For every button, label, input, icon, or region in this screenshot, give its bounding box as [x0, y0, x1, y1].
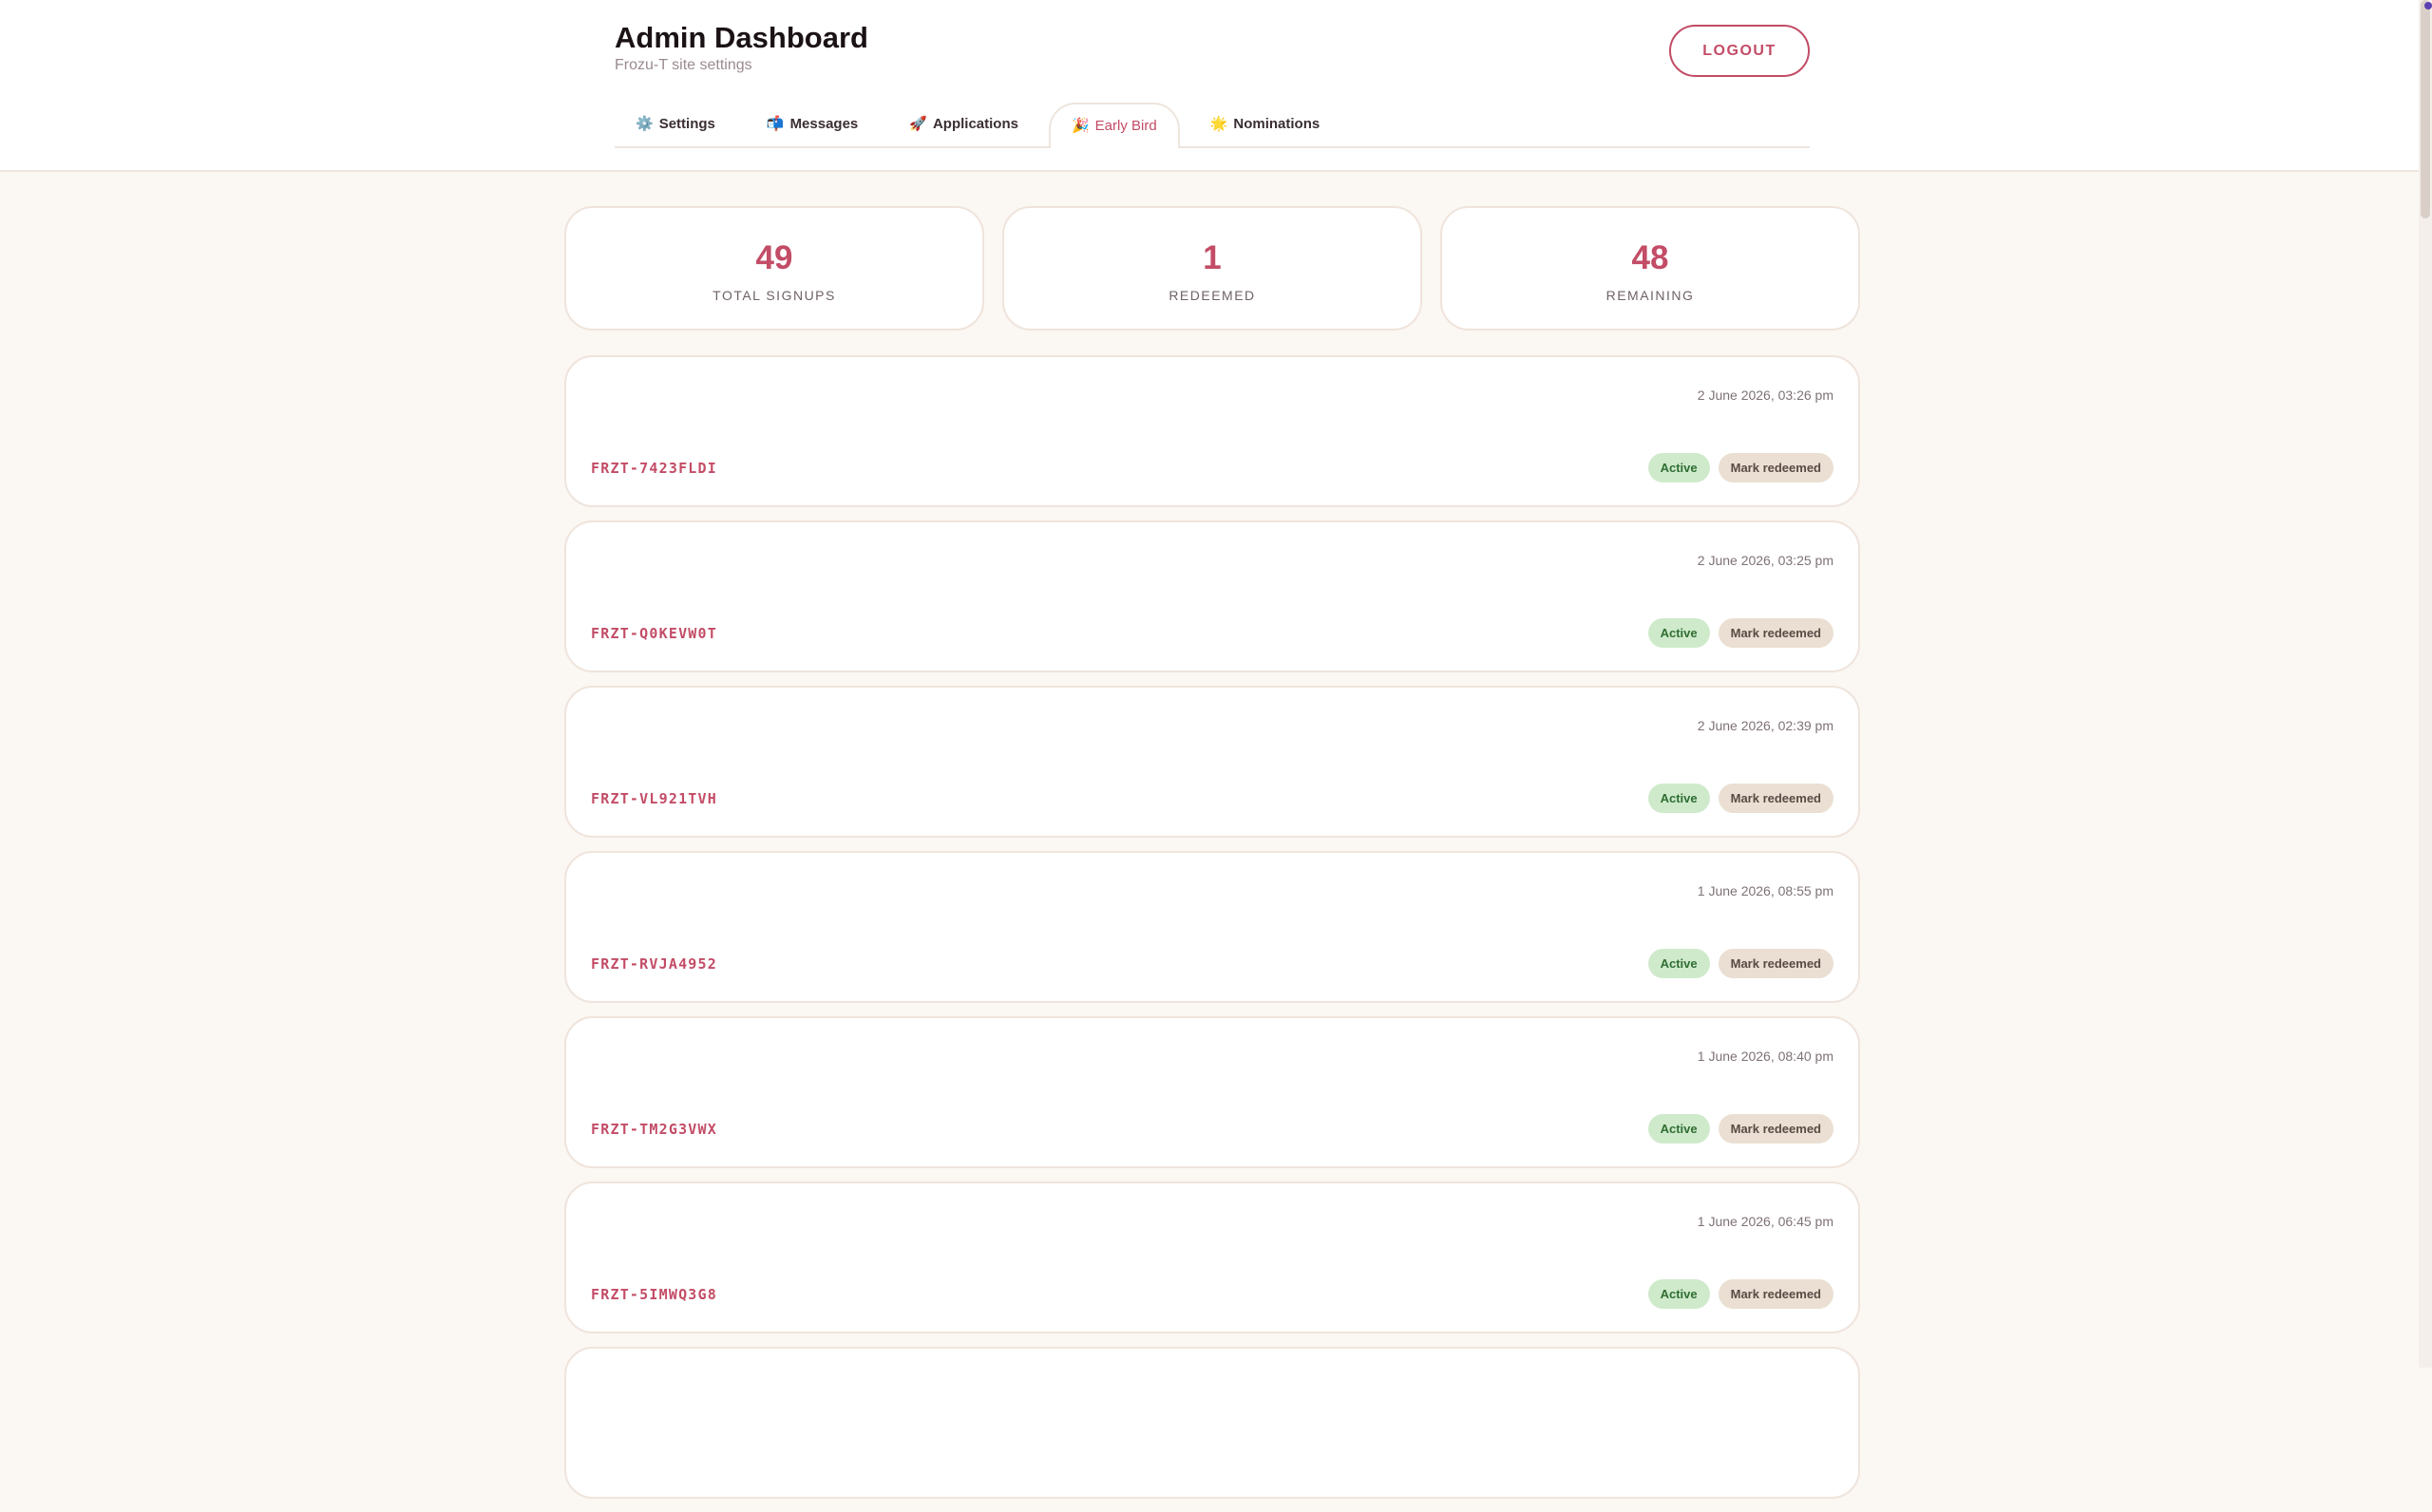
entry-date: 1 June 2026, 08:40 pm	[1697, 1049, 1834, 1064]
status-badge: Active	[1647, 618, 1710, 648]
entry-actions: Active Mark redeemed	[1647, 949, 1834, 978]
rocket-icon: 🚀	[909, 116, 927, 132]
stat-label: REDEEMED	[1168, 288, 1256, 303]
mark-redeemed-button[interactable]: Mark redeemed	[1718, 618, 1834, 648]
mark-redeemed-button[interactable]: Mark redeemed	[1718, 1279, 1834, 1309]
stat-label: TOTAL SIGNUPS	[712, 288, 836, 303]
list-item: 1 June 2026, 08:55 pm FRZT-RVJA4952 Acti…	[564, 851, 1860, 1003]
status-dot-icon	[2424, 2, 2432, 9]
stat-value: 49	[755, 239, 793, 276]
entry-actions: Active Mark redeemed	[1647, 1114, 1834, 1143]
list-item: 2 June 2026, 03:26 pm FRZT-7423FLDI Acti…	[564, 355, 1860, 507]
app-header: Admin Dashboard Frozu-T site settings LO…	[0, 0, 2419, 172]
stat-value: 48	[1631, 239, 1669, 276]
tab-label: Messages	[789, 115, 859, 132]
mark-redeemed-button[interactable]: Mark redeemed	[1718, 949, 1834, 978]
entry-date: 2 June 2026, 03:26 pm	[1697, 387, 1834, 403]
list-item-partial	[564, 1347, 1860, 1499]
entry-date: 2 June 2026, 02:39 pm	[1697, 718, 1834, 733]
list-item: 2 June 2026, 02:39 pm FRZT-VL921TVH Acti…	[564, 686, 1860, 838]
gear-icon: ⚙️	[636, 116, 654, 132]
tab-settings[interactable]: ⚙️ Settings	[615, 101, 736, 146]
scrollbar-thumb[interactable]	[2421, 0, 2430, 218]
tab-label: Early Bird	[1094, 117, 1157, 134]
page-scrollbar[interactable]	[2419, 0, 2432, 1368]
stat-card-remaining: 48 REMAINING	[1440, 206, 1860, 331]
tab-early-bird[interactable]: 🎉 Early Bird	[1048, 103, 1180, 148]
list-item: 1 June 2026, 08:40 pm FRZT-TM2G3VWX Acti…	[564, 1016, 1860, 1168]
entry-code: FRZT-TM2G3VWX	[591, 1121, 717, 1138]
stat-card-redeemed: 1 REDEEMED	[1002, 206, 1422, 331]
tab-bar: ⚙️ Settings 📬 Messages 🚀 Applications 🎉 …	[615, 103, 1810, 148]
entry-date: 1 June 2026, 08:55 pm	[1697, 883, 1834, 898]
page-subtitle: Frozu-T site settings	[615, 57, 752, 73]
entry-actions: Active Mark redeemed	[1647, 453, 1834, 482]
mark-redeemed-button[interactable]: Mark redeemed	[1718, 453, 1834, 482]
entry-code: FRZT-VL921TVH	[591, 790, 717, 807]
status-badge: Active	[1647, 1279, 1710, 1309]
status-badge: Active	[1647, 784, 1710, 813]
status-badge: Active	[1647, 1114, 1710, 1143]
star-icon: 🌟	[1209, 116, 1228, 132]
entry-actions: Active Mark redeemed	[1647, 784, 1834, 813]
list-item: 1 June 2026, 06:45 pm FRZT-5IMWQ3G8 Acti…	[564, 1181, 1860, 1333]
status-badge: Active	[1647, 453, 1710, 482]
entry-code: FRZT-Q0KEVW0T	[591, 625, 717, 642]
entry-actions: Active Mark redeemed	[1647, 618, 1834, 648]
party-popper-icon: 🎉	[1071, 118, 1090, 134]
entry-code: FRZT-7423FLDI	[591, 460, 717, 477]
logout-button[interactable]: LOGOUT	[1669, 25, 1810, 77]
early-bird-list: 2 June 2026, 03:26 pm FRZT-7423FLDI Acti…	[564, 355, 1860, 1512]
list-item: 2 June 2026, 03:25 pm FRZT-Q0KEVW0T Acti…	[564, 520, 1860, 672]
page-title: Admin Dashboard	[615, 21, 868, 54]
status-badge: Active	[1647, 949, 1710, 978]
entry-actions: Active Mark redeemed	[1647, 1279, 1834, 1309]
entry-code: FRZT-RVJA4952	[591, 955, 717, 973]
mailbox-icon: 📬	[766, 116, 785, 132]
entry-date: 2 June 2026, 03:25 pm	[1697, 553, 1834, 568]
tab-label: Settings	[658, 115, 715, 132]
entry-date: 1 June 2026, 06:45 pm	[1697, 1214, 1834, 1229]
stats-row: 49 TOTAL SIGNUPS 1 REDEEMED 48 REMAINING	[564, 206, 1860, 331]
stat-label: REMAINING	[1606, 288, 1695, 303]
tab-messages[interactable]: 📬 Messages	[746, 101, 879, 146]
tab-applications[interactable]: 🚀 Applications	[888, 101, 1039, 146]
mark-redeemed-button[interactable]: Mark redeemed	[1718, 784, 1834, 813]
tab-label: Nominations	[1233, 115, 1320, 132]
entry-code: FRZT-5IMWQ3G8	[591, 1286, 717, 1303]
header-inner: Admin Dashboard Frozu-T site settings LO…	[615, 0, 1810, 172]
tab-label: Applications	[932, 115, 1018, 132]
mark-redeemed-button[interactable]: Mark redeemed	[1718, 1114, 1834, 1143]
tab-nominations[interactable]: 🌟 Nominations	[1189, 101, 1341, 146]
stat-card-total-signups: 49 TOTAL SIGNUPS	[564, 206, 984, 331]
stat-value: 1	[1203, 239, 1222, 276]
